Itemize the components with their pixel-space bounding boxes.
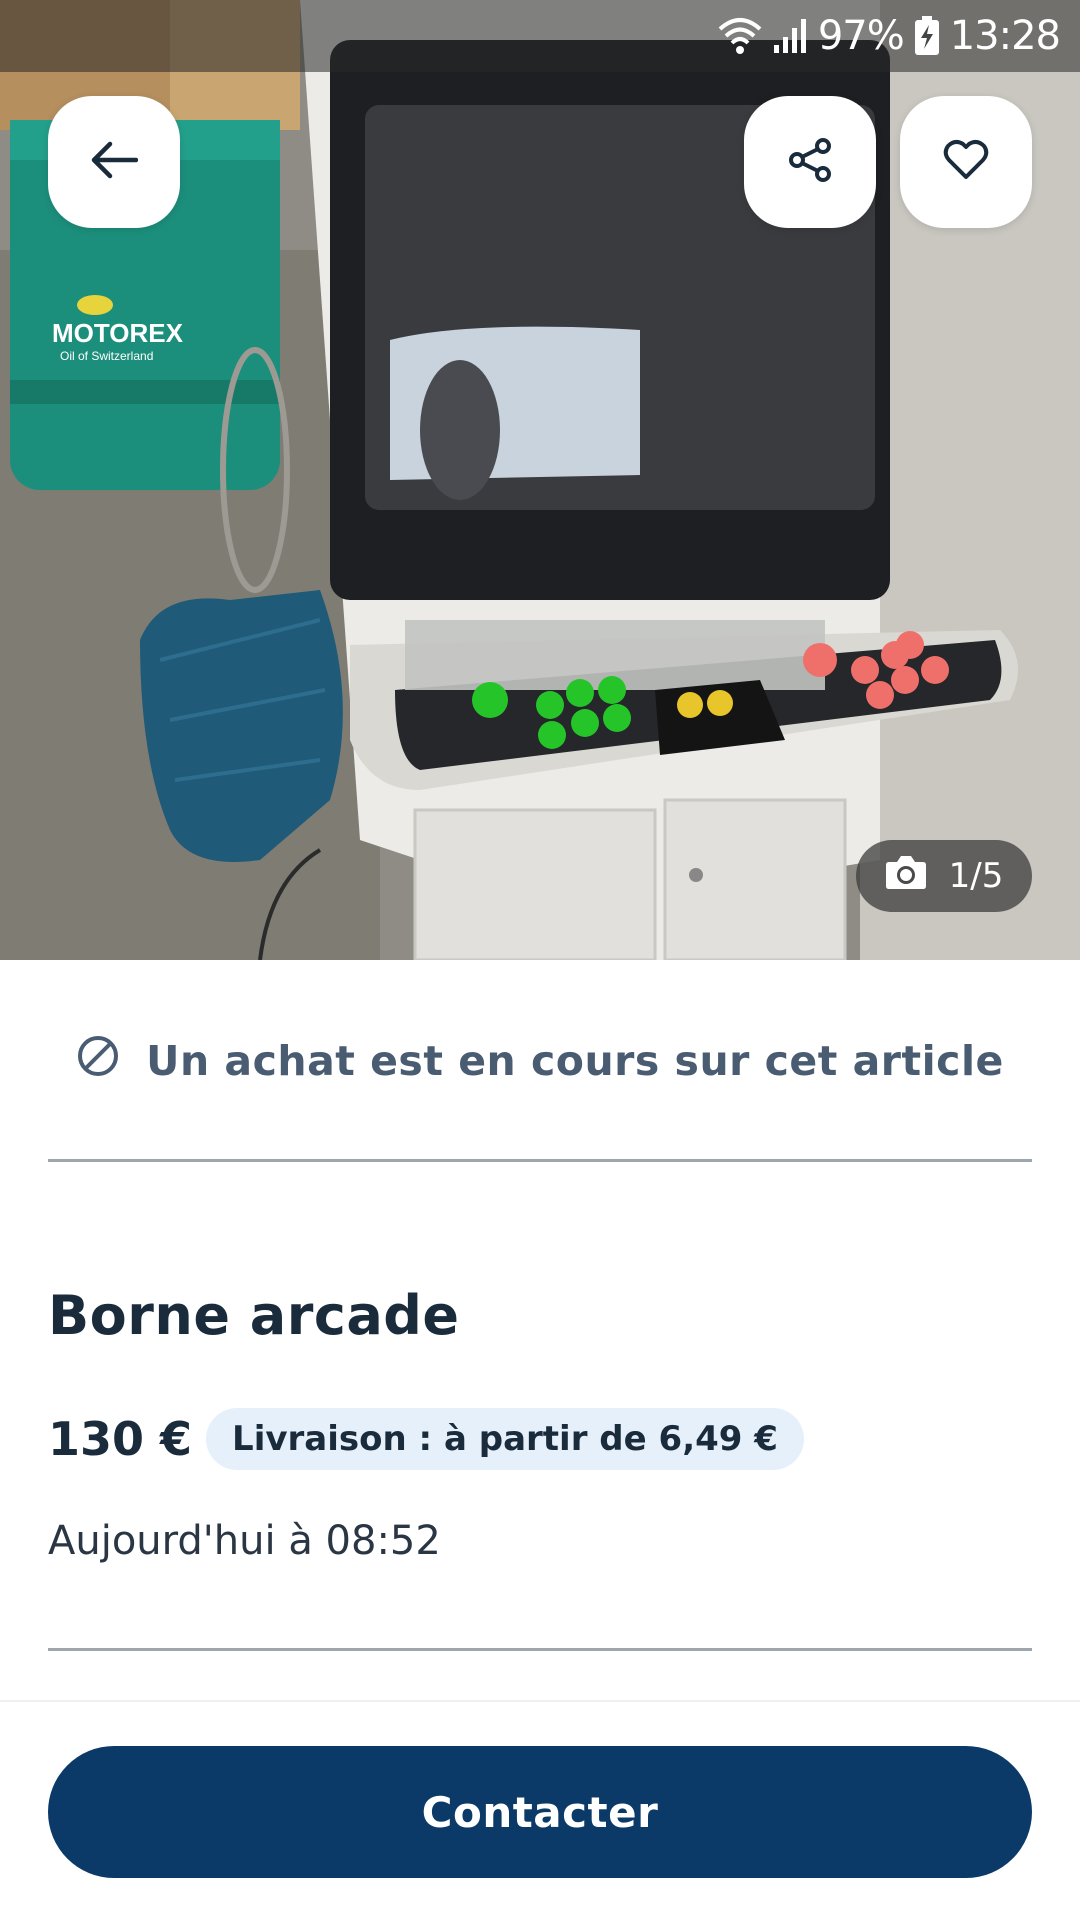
divider [48, 1648, 1032, 1651]
divider [48, 1159, 1032, 1162]
back-button[interactable] [48, 96, 180, 228]
battery-charging-icon [914, 16, 940, 56]
photo-counter-text: 1/5 [948, 856, 1004, 896]
listing-photo[interactable]: MOTOREX Oil of Switzerland 97% 13:28 1/5 [0, 0, 1080, 960]
notice-text: Un achat est en cours sur cet article [146, 1037, 1004, 1085]
status-time: 13:28 [949, 13, 1061, 59]
camera-icon [885, 854, 927, 899]
share-button[interactable] [744, 96, 876, 228]
listing-date: Aujourd'hui à 08:52 [48, 1518, 441, 1564]
wifi-icon [718, 17, 762, 55]
heart-icon [943, 139, 989, 185]
barrel-sub-text: Oil of Switzerland [60, 349, 153, 363]
share-icon [787, 137, 833, 187]
listing-price: 130 € [48, 1412, 193, 1466]
battery-percent: 97% [817, 13, 905, 59]
contact-button[interactable]: Contacter [48, 1746, 1032, 1878]
delivery-badge[interactable]: Livraison : à partir de 6,49 € [206, 1408, 804, 1470]
barrel-brand-text: MOTOREX [52, 318, 184, 348]
signal-icon [772, 17, 808, 55]
status-bar: 97% 13:28 [0, 0, 1080, 72]
listing-title: Borne arcade [48, 1284, 460, 1347]
photo-counter[interactable]: 1/5 [856, 840, 1032, 912]
favorite-button[interactable] [900, 96, 1032, 228]
arrow-left-icon [90, 140, 139, 184]
purchase-in-progress-notice: Un achat est en cours sur cet article [48, 1006, 1032, 1116]
blocked-icon [76, 1034, 120, 1088]
price-row: 130 € Livraison : à partir de 6,49 € [48, 1408, 804, 1470]
